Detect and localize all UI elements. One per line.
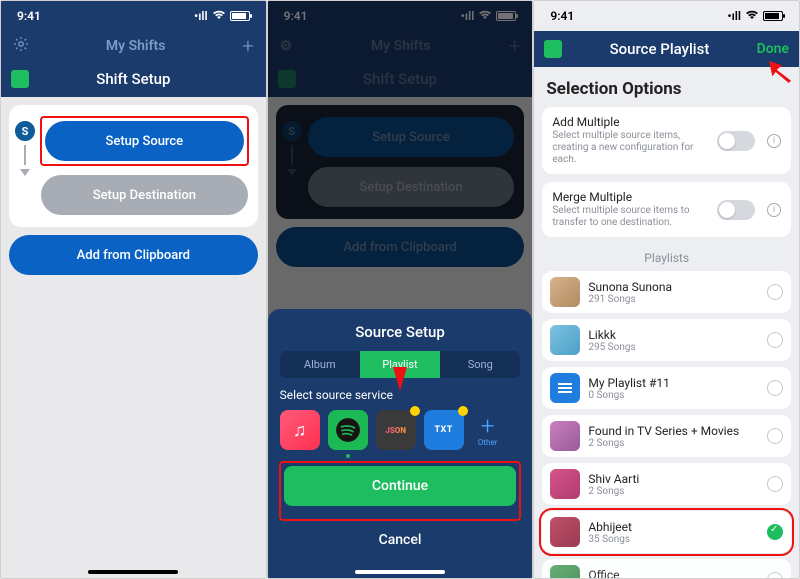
back-header: My Shifts +	[1, 31, 266, 61]
wifi-icon	[745, 9, 759, 23]
status-bar: 9:41 •ıll	[1, 1, 266, 31]
add-other-service[interactable]: + Other	[472, 414, 504, 447]
radio[interactable]	[767, 476, 783, 492]
playlist-row[interactable]: My Playlist #110 Songs	[542, 367, 791, 409]
gear-icon[interactable]	[13, 36, 29, 56]
app-icon[interactable]	[11, 70, 29, 88]
info-icon[interactable]: i	[767, 203, 781, 217]
back-title: My Shifts	[106, 38, 166, 54]
status-bar: 9:41 •ıll	[534, 1, 799, 31]
seg-song[interactable]: Song	[440, 351, 520, 378]
step-rail: S	[15, 117, 35, 215]
wifi-icon	[212, 9, 226, 23]
radio[interactable]	[767, 332, 783, 348]
radio-checked[interactable]	[767, 524, 783, 540]
playlist-art-icon	[550, 469, 580, 499]
app-icon[interactable]	[544, 40, 562, 58]
service-row: ♫ JSON TXT + Other	[280, 410, 521, 450]
playlist-row[interactable]: Sunona Sunona291 Songs	[542, 271, 791, 313]
radio[interactable]	[767, 380, 783, 396]
txt-icon[interactable]: TXT	[424, 410, 464, 450]
page-header: Shift Setup	[1, 61, 266, 97]
json-icon[interactable]: JSON	[376, 410, 416, 450]
playlist-row[interactable]: Office2 Songs	[542, 559, 791, 579]
playlist-art-icon	[550, 325, 580, 355]
home-indicator[interactable]	[88, 570, 178, 574]
info-icon[interactable]: i	[767, 134, 781, 148]
toggle-merge-multiple[interactable]	[717, 200, 755, 220]
playlist-art-icon	[550, 277, 580, 307]
setup-card: S Setup Source Setup Destination	[9, 105, 258, 227]
source-badge: S	[15, 121, 35, 141]
playlist-row-selected[interactable]: Abhijeet35 Songs	[542, 511, 791, 553]
playlist-art-icon	[550, 517, 580, 547]
home-indicator[interactable]	[355, 570, 445, 574]
playlist-row[interactable]: Likkk295 Songs	[542, 319, 791, 361]
radio[interactable]	[767, 572, 783, 579]
done-button[interactable]: Done	[757, 41, 789, 57]
option-merge-multiple: Merge Multiple Select multiple source it…	[542, 182, 791, 237]
annotation-arrow	[393, 367, 407, 391]
arrow-down-icon	[20, 169, 30, 176]
signal-icon: •ıll	[727, 9, 741, 23]
page-header: Source Playlist Done	[534, 31, 799, 67]
status-time: 9:41	[17, 9, 41, 23]
seg-album[interactable]: Album	[280, 351, 360, 378]
sheet-title: Source Setup	[280, 323, 521, 341]
playlist-art-icon	[550, 565, 580, 579]
page-title: Shift Setup	[37, 70, 230, 88]
cancel-button[interactable]: Cancel	[280, 520, 521, 560]
highlight-box: Setup Source	[41, 117, 248, 165]
continue-button[interactable]: Continue	[284, 466, 517, 506]
apple-music-icon[interactable]: ♫	[280, 410, 320, 450]
signal-icon: •ıll	[194, 9, 208, 23]
spotify-icon[interactable]	[328, 410, 368, 450]
option-add-multiple: Add Multiple Select multiple source item…	[542, 107, 791, 174]
playlist-art-icon	[550, 421, 580, 451]
plus-icon[interactable]: +	[242, 34, 253, 58]
setup-destination-button[interactable]: Setup Destination	[41, 175, 248, 215]
playlist-art-icon	[550, 373, 580, 403]
battery-icon	[230, 11, 250, 21]
status-time: 9:41	[550, 9, 574, 23]
radio[interactable]	[767, 284, 783, 300]
radio[interactable]	[767, 428, 783, 444]
setup-source-button[interactable]: Setup Source	[45, 121, 244, 161]
playlist-row[interactable]: Shiv Aarti2 Songs	[542, 463, 791, 505]
source-setup-sheet: Source Setup Album Playlist Song Select …	[268, 309, 533, 578]
section-title: Selection Options	[542, 75, 791, 107]
playlists-label: Playlists	[542, 245, 791, 271]
add-from-clipboard-button[interactable]: Add from Clipboard	[9, 235, 258, 275]
page-title: Source Playlist	[570, 40, 748, 58]
playlist-row[interactable]: Found in TV Series + Movies2 Songs	[542, 415, 791, 457]
battery-icon	[763, 11, 783, 21]
toggle-add-multiple[interactable]	[717, 131, 755, 151]
highlight-box: Continue	[280, 462, 521, 520]
